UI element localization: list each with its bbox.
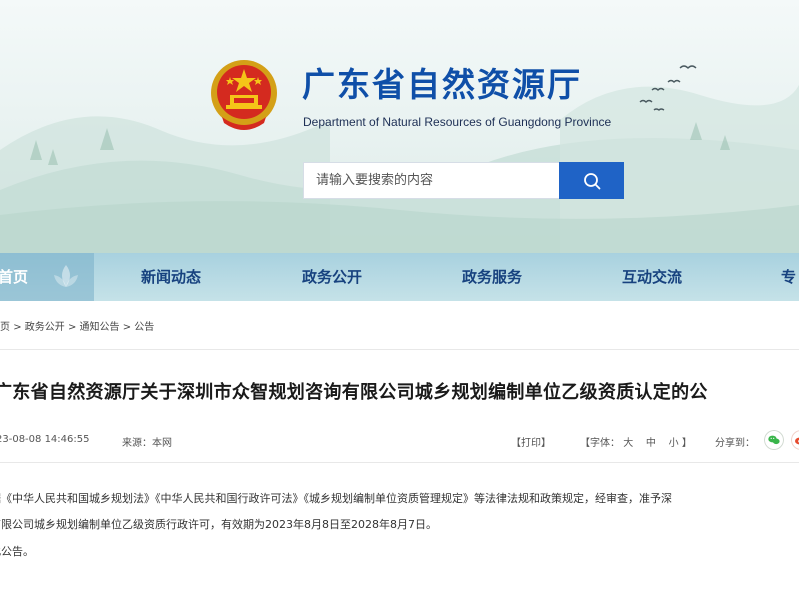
search-button[interactable] bbox=[559, 162, 624, 199]
nav-item-gov-services[interactable]: 政务服务 bbox=[462, 253, 522, 301]
breadcrumb-separator: > bbox=[67, 322, 77, 333]
article-paragraph: 据《中华人民共和国城乡规划法》《中华人民共和国行政许可法》《城乡规划编制单位资质… bbox=[0, 492, 672, 505]
nav-item-home[interactable]: 首页 bbox=[0, 253, 94, 301]
search-box bbox=[303, 162, 624, 199]
birds-decoration bbox=[639, 65, 697, 111]
share-label: 分享到： bbox=[715, 438, 755, 449]
lotus-icon bbox=[54, 265, 78, 287]
search-icon bbox=[583, 172, 600, 189]
site-header: 广东省自然资源厅 Department of Natural Resources… bbox=[0, 0, 799, 253]
weibo-icon[interactable] bbox=[791, 430, 799, 450]
search-input[interactable] bbox=[303, 162, 559, 199]
site-subtitle: Department of Natural Resources of Guang… bbox=[303, 115, 612, 129]
wechat-icon[interactable] bbox=[764, 430, 784, 450]
article-source: 来源：本网 bbox=[122, 438, 172, 449]
breadcrumb-home[interactable]: 页 bbox=[0, 322, 10, 333]
national-emblem-icon bbox=[211, 60, 277, 130]
breadcrumb: 页 > 政务公开 > 通知公告 > 公告 bbox=[0, 318, 154, 333]
font-large-button[interactable]: 大 bbox=[623, 438, 633, 449]
article-title: 广东省自然资源厅关于深圳市众智规划咨询有限公司城乡规划编制单位乙级资质认定的公 bbox=[0, 382, 708, 403]
nav-item-label: 首页 bbox=[0, 268, 29, 286]
font-medium-button[interactable]: 中 bbox=[646, 438, 656, 449]
print-button[interactable]: 【打印】 bbox=[511, 434, 551, 449]
site-title[interactable]: 广东省自然资源厅 bbox=[302, 58, 582, 106]
breadcrumb-separator: > bbox=[13, 322, 22, 333]
article-paragraph: 此公告。 bbox=[0, 545, 34, 558]
font-size-label: 【字体： bbox=[580, 438, 620, 449]
nav-item-news[interactable]: 新闻动态 bbox=[141, 253, 201, 301]
breadcrumb-gov-affairs[interactable]: 政务公开 bbox=[25, 322, 65, 333]
divider bbox=[0, 349, 799, 350]
article-date: 23-08-08 14:46:55 bbox=[0, 434, 90, 445]
breadcrumb-notices[interactable]: 通知公告 bbox=[80, 322, 120, 333]
font-small-button[interactable]: 小 bbox=[669, 438, 679, 449]
breadcrumb-separator: > bbox=[122, 322, 132, 333]
font-size-close: 】 bbox=[681, 438, 692, 449]
nav-item-gov-affairs-public[interactable]: 政务公开 bbox=[302, 253, 362, 301]
font-size-control: 【字体： 大 中 小 】 bbox=[580, 434, 692, 449]
article-paragraph: 有限公司城乡规划编制单位乙级资质行政许可，有效期为2023年8月8日至2028年… bbox=[0, 518, 437, 531]
breadcrumb-announcement[interactable]: 公告 bbox=[134, 322, 154, 333]
nav-item-special[interactable]: 专 bbox=[781, 253, 796, 301]
divider bbox=[0, 462, 799, 463]
main-nav: 首页 新闻动态 政务公开 政务服务 互动交流 专 bbox=[0, 253, 799, 301]
nav-item-interaction[interactable]: 互动交流 bbox=[622, 253, 682, 301]
